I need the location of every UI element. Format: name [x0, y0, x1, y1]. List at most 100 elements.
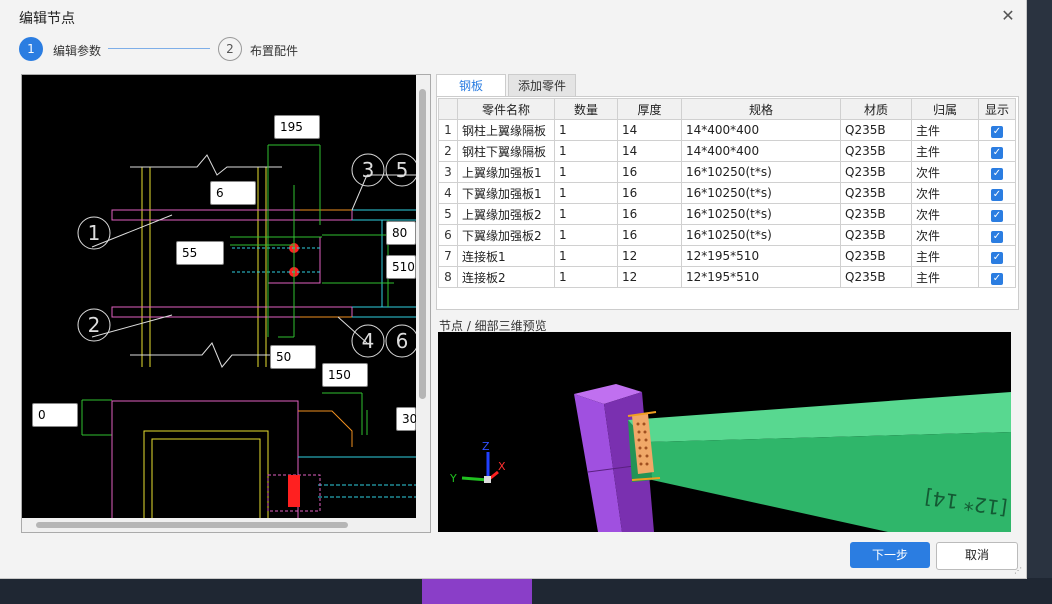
close-icon[interactable]: ✕: [998, 6, 1018, 26]
cell-quantity[interactable]: 1: [554, 140, 618, 162]
dim-510-input[interactable]: 510: [386, 255, 416, 279]
cell-part-name[interactable]: 钢柱下翼缘隔板: [457, 140, 555, 162]
cell-quantity[interactable]: 1: [554, 203, 618, 225]
cell-thickness[interactable]: 16: [617, 224, 682, 246]
header-quantity[interactable]: 数量: [554, 98, 618, 120]
cell-part-name[interactable]: 连接板2: [457, 266, 555, 288]
cell-part-name[interactable]: 下翼缘加强板2: [457, 224, 555, 246]
table-row[interactable]: 2 钢柱下翼缘隔板 1 14 14*400*400 Q235B 主件 ✓: [438, 140, 1016, 162]
cell-part-name[interactable]: 钢柱上翼缘隔板: [457, 119, 555, 141]
callout-3: 3: [362, 158, 375, 182]
cell-index: 5: [438, 203, 458, 225]
show-checkbox[interactable]: ✓: [991, 209, 1003, 222]
cell-spec[interactable]: 12*195*510: [681, 266, 841, 288]
cell-show: ✓: [978, 119, 1016, 141]
cell-spec[interactable]: 12*195*510: [681, 245, 841, 267]
header-owner[interactable]: 归属: [911, 98, 979, 120]
dim-150-input[interactable]: 150: [322, 363, 368, 387]
cell-owner[interactable]: 主件: [911, 266, 979, 288]
cell-part-name[interactable]: 下翼缘加强板1: [457, 182, 555, 204]
cell-thickness[interactable]: 14: [617, 119, 682, 141]
dim-0-input[interactable]: 0: [32, 403, 78, 427]
table-row[interactable]: 8 连接板2 1 12 12*195*510 Q235B 主件 ✓: [438, 266, 1016, 288]
cad-vertical-scroll-thumb[interactable]: [419, 89, 426, 399]
cell-owner[interactable]: 次件: [911, 224, 979, 246]
cell-material[interactable]: Q235B: [840, 203, 912, 225]
table-row[interactable]: 4 下翼缘加强板1 1 16 16*10250(t*s) Q235B 次件 ✓: [438, 182, 1016, 204]
cad-drawing-view[interactable]: 1 2 3 5 4 6 195 6 55 80 510 50 150 0 30: [21, 74, 431, 533]
table-row[interactable]: 5 上翼缘加强板2 1 16 16*10250(t*s) Q235B 次件 ✓: [438, 203, 1016, 225]
cell-spec[interactable]: 16*10250(t*s): [681, 203, 841, 225]
header-material[interactable]: 材质: [840, 98, 912, 120]
cell-owner[interactable]: 主件: [911, 245, 979, 267]
show-checkbox[interactable]: ✓: [991, 251, 1003, 264]
table-row[interactable]: 7 连接板1 1 12 12*195*510 Q235B 主件 ✓: [438, 245, 1016, 267]
show-checkbox[interactable]: ✓: [991, 125, 1003, 138]
cell-show: ✓: [978, 224, 1016, 246]
header-part-name[interactable]: 零件名称: [457, 98, 555, 120]
dim-50-input[interactable]: 50: [270, 345, 316, 369]
callout-6: 6: [396, 329, 409, 353]
cell-thickness[interactable]: 12: [617, 266, 682, 288]
cell-material[interactable]: Q235B: [840, 266, 912, 288]
cell-material[interactable]: Q235B: [840, 182, 912, 204]
cell-spec[interactable]: 16*10250(t*s): [681, 182, 841, 204]
cell-material[interactable]: Q235B: [840, 140, 912, 162]
header-show[interactable]: 显示: [978, 98, 1016, 120]
tab-add-part[interactable]: 添加零件: [508, 74, 576, 97]
show-checkbox[interactable]: ✓: [991, 167, 1003, 180]
cell-spec[interactable]: 14*400*400: [681, 140, 841, 162]
table-row[interactable]: 1 钢柱上翼缘隔板 1 14 14*400*400 Q235B 主件 ✓: [438, 119, 1016, 141]
axis-x-label: X: [498, 460, 506, 473]
cell-quantity[interactable]: 1: [554, 161, 618, 183]
table-row[interactable]: 6 下翼缘加强板2 1 16 16*10250(t*s) Q235B 次件 ✓: [438, 224, 1016, 246]
cell-part-name[interactable]: 上翼缘加强板1: [457, 161, 555, 183]
cell-spec[interactable]: 16*10250(t*s): [681, 161, 841, 183]
cell-thickness[interactable]: 16: [617, 161, 682, 183]
cad-horizontal-scroll-thumb[interactable]: [36, 522, 348, 528]
3d-preview-view[interactable]: [12* 14] Z Y X: [438, 332, 1011, 532]
tab-steel-plate[interactable]: 钢板: [436, 74, 506, 97]
cell-thickness[interactable]: 16: [617, 182, 682, 204]
cell-owner[interactable]: 主件: [911, 119, 979, 141]
next-step-button[interactable]: 下一步: [850, 542, 930, 568]
cell-owner[interactable]: 次件: [911, 203, 979, 225]
show-checkbox[interactable]: ✓: [991, 230, 1003, 243]
cell-material[interactable]: Q235B: [840, 224, 912, 246]
cell-owner[interactable]: 次件: [911, 182, 979, 204]
cell-owner[interactable]: 次件: [911, 161, 979, 183]
table-row[interactable]: 3 上翼缘加强板1 1 16 16*10250(t*s) Q235B 次件 ✓: [438, 161, 1016, 183]
header-thickness[interactable]: 厚度: [617, 98, 682, 120]
resize-grip-icon[interactable]: ⋰: [1014, 566, 1024, 576]
cell-material[interactable]: Q235B: [840, 119, 912, 141]
step-2-label: 布置配件: [250, 44, 299, 58]
cad-horizontal-scrollbar[interactable]: [22, 518, 416, 532]
cell-part-name[interactable]: 上翼缘加强板2: [457, 203, 555, 225]
cancel-button[interactable]: 取消: [936, 542, 1018, 570]
dim-195-input[interactable]: 195: [274, 115, 320, 139]
show-checkbox[interactable]: ✓: [991, 146, 1003, 159]
cell-owner[interactable]: 主件: [911, 140, 979, 162]
show-checkbox[interactable]: ✓: [991, 272, 1003, 285]
cell-part-name[interactable]: 连接板1: [457, 245, 555, 267]
dim-80-input[interactable]: 80: [386, 221, 416, 245]
cell-material[interactable]: Q235B: [840, 161, 912, 183]
cell-thickness[interactable]: 12: [617, 245, 682, 267]
cell-quantity[interactable]: 1: [554, 182, 618, 204]
dim-6-input[interactable]: 6: [210, 181, 256, 205]
cell-spec[interactable]: 16*10250(t*s): [681, 224, 841, 246]
cell-quantity[interactable]: 1: [554, 266, 618, 288]
cell-spec[interactable]: 14*400*400: [681, 119, 841, 141]
header-spec[interactable]: 规格: [681, 98, 841, 120]
dim-30-input[interactable]: 30: [396, 407, 417, 431]
cell-quantity[interactable]: 1: [554, 119, 618, 141]
cell-thickness[interactable]: 14: [617, 140, 682, 162]
show-checkbox[interactable]: ✓: [991, 188, 1003, 201]
dim-55-input[interactable]: 55: [176, 241, 224, 265]
cell-quantity[interactable]: 1: [554, 245, 618, 267]
cell-material[interactable]: Q235B: [840, 245, 912, 267]
cell-thickness[interactable]: 16: [617, 203, 682, 225]
cad-vertical-scrollbar[interactable]: [416, 75, 430, 532]
cell-quantity[interactable]: 1: [554, 224, 618, 246]
cell-index: 1: [438, 119, 458, 141]
